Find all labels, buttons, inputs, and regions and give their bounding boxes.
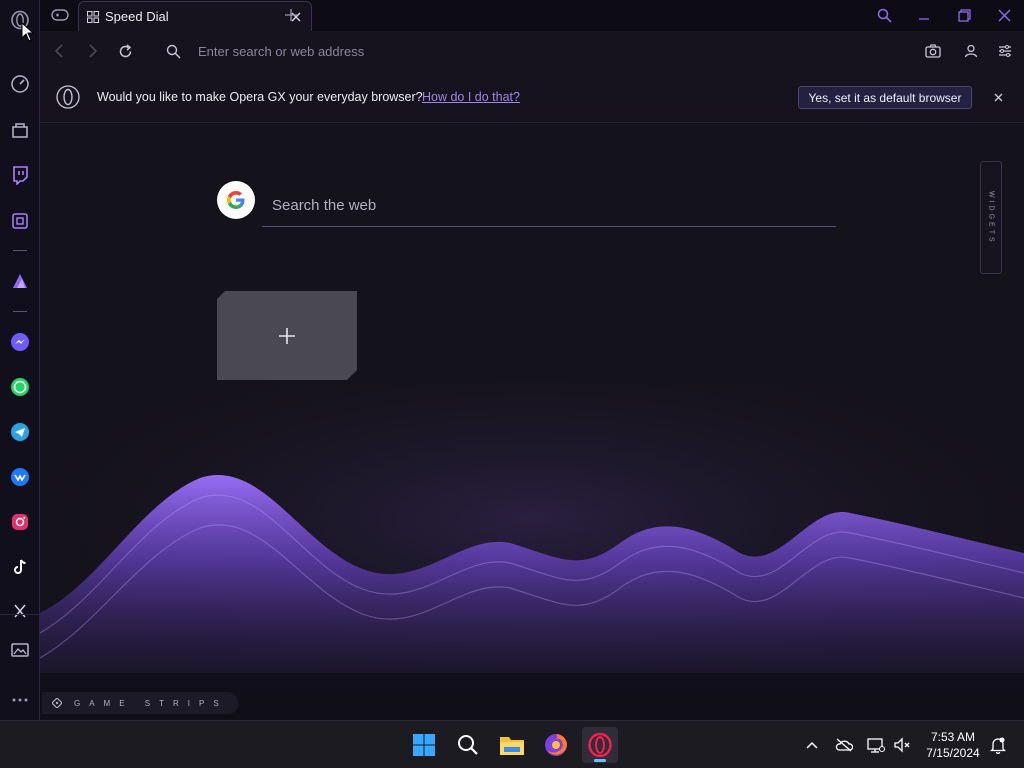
aria-icon[interactable] (8, 269, 32, 293)
snapshot-icon[interactable] (922, 40, 944, 62)
whatsapp-icon[interactable] (8, 375, 32, 399)
default-browser-notification: Would you like to make Opera GX your eve… (40, 71, 1024, 123)
new-tab-icon[interactable] (280, 4, 302, 26)
windows-start-icon[interactable] (406, 727, 442, 763)
active-indicator (594, 759, 606, 762)
sidebar (0, 0, 40, 720)
address-input[interactable] (198, 41, 758, 61)
volume-muted-icon[interactable] (892, 735, 912, 755)
sidebar-separator (13, 250, 27, 251)
gallery-icon[interactable] (8, 638, 32, 662)
close-window-icon[interactable] (990, 4, 1018, 26)
tab-speed-dial[interactable]: Speed Dial (78, 1, 312, 31)
game-strips-button[interactable]: GAME STRIPS (42, 692, 238, 714)
tiktok-icon[interactable] (8, 555, 32, 579)
onedrive-offline-icon[interactable] (834, 735, 854, 755)
game-strips-label: GAME STRIPS (74, 698, 228, 708)
back-icon[interactable] (48, 40, 70, 62)
search-icon (162, 40, 184, 62)
sidebar-separator (13, 311, 27, 312)
show-hidden-icons-icon[interactable] (802, 735, 822, 755)
minimize-icon[interactable] (910, 4, 938, 26)
vk-icon[interactable] (8, 465, 32, 489)
address-bar (40, 31, 1024, 71)
game-strips-icon (52, 698, 62, 708)
telegram-icon[interactable] (8, 420, 32, 444)
network-icon[interactable] (866, 735, 886, 755)
screen: Speed Dial Enter search or web address W… (0, 0, 1024, 768)
speedometer-icon[interactable] (8, 72, 32, 96)
file-explorer-icon[interactable] (494, 727, 530, 763)
notifications-icon[interactable] (988, 735, 1008, 755)
hardware-monitor-icon[interactable] (8, 209, 32, 233)
close-notification-icon[interactable] (988, 87, 1008, 107)
restore-icon[interactable] (950, 4, 978, 26)
google-logo-icon (217, 181, 255, 219)
instagram-icon[interactable] (8, 510, 32, 534)
grid-icon (87, 10, 99, 23)
tab-title: Speed Dial (105, 9, 169, 24)
opera-gx-logo-icon (56, 85, 80, 109)
twitch-icon[interactable] (8, 163, 32, 187)
search-tabs-icon[interactable] (870, 4, 898, 26)
widgets-label: WIDGETS (987, 190, 995, 245)
taskbar-search-icon[interactable] (450, 727, 486, 763)
forward-icon[interactable] (82, 40, 104, 62)
opera-gx-taskbar-icon[interactable] (582, 727, 618, 763)
notification-message: Would you like to make Opera GX your eve… (97, 90, 423, 104)
taskbar-clock[interactable]: 7:53 AM 7/15/2024 (920, 729, 986, 761)
messenger-icon[interactable] (8, 330, 32, 354)
widgets-tab[interactable]: WIDGETS (980, 161, 1002, 274)
mouse-cursor-icon (21, 22, 35, 42)
plus-icon (278, 327, 296, 345)
gx-corner-icon[interactable] (8, 118, 32, 142)
x-icon[interactable] (8, 599, 32, 623)
tab-bar: Speed Dial (40, 0, 1024, 31)
how-to-link[interactable]: How do I do that? (422, 90, 520, 104)
add-speed-dial-button[interactable] (217, 291, 357, 380)
set-default-browser-button[interactable]: Yes, set it as default browser (798, 86, 972, 109)
clock-time: 7:53 AM (930, 730, 976, 744)
clock-date: 7/15/2024 (926, 746, 980, 760)
more-icon[interactable] (8, 688, 32, 712)
gx-controller-icon[interactable] (48, 4, 72, 26)
speed-dial-page: WIDGETS GAME STRIPS (40, 123, 1024, 720)
taskbar: 7:53 AM 7/15/2024 (0, 720, 1024, 768)
web-search-input[interactable] (272, 191, 812, 219)
sidebar-separator (0, 614, 40, 615)
reload-icon[interactable] (114, 40, 136, 62)
web-search-box (262, 183, 836, 227)
wave-background (40, 383, 1024, 720)
firefox-icon[interactable] (538, 727, 574, 763)
profile-icon[interactable] (960, 40, 982, 62)
easy-setup-icon[interactable] (994, 40, 1016, 62)
